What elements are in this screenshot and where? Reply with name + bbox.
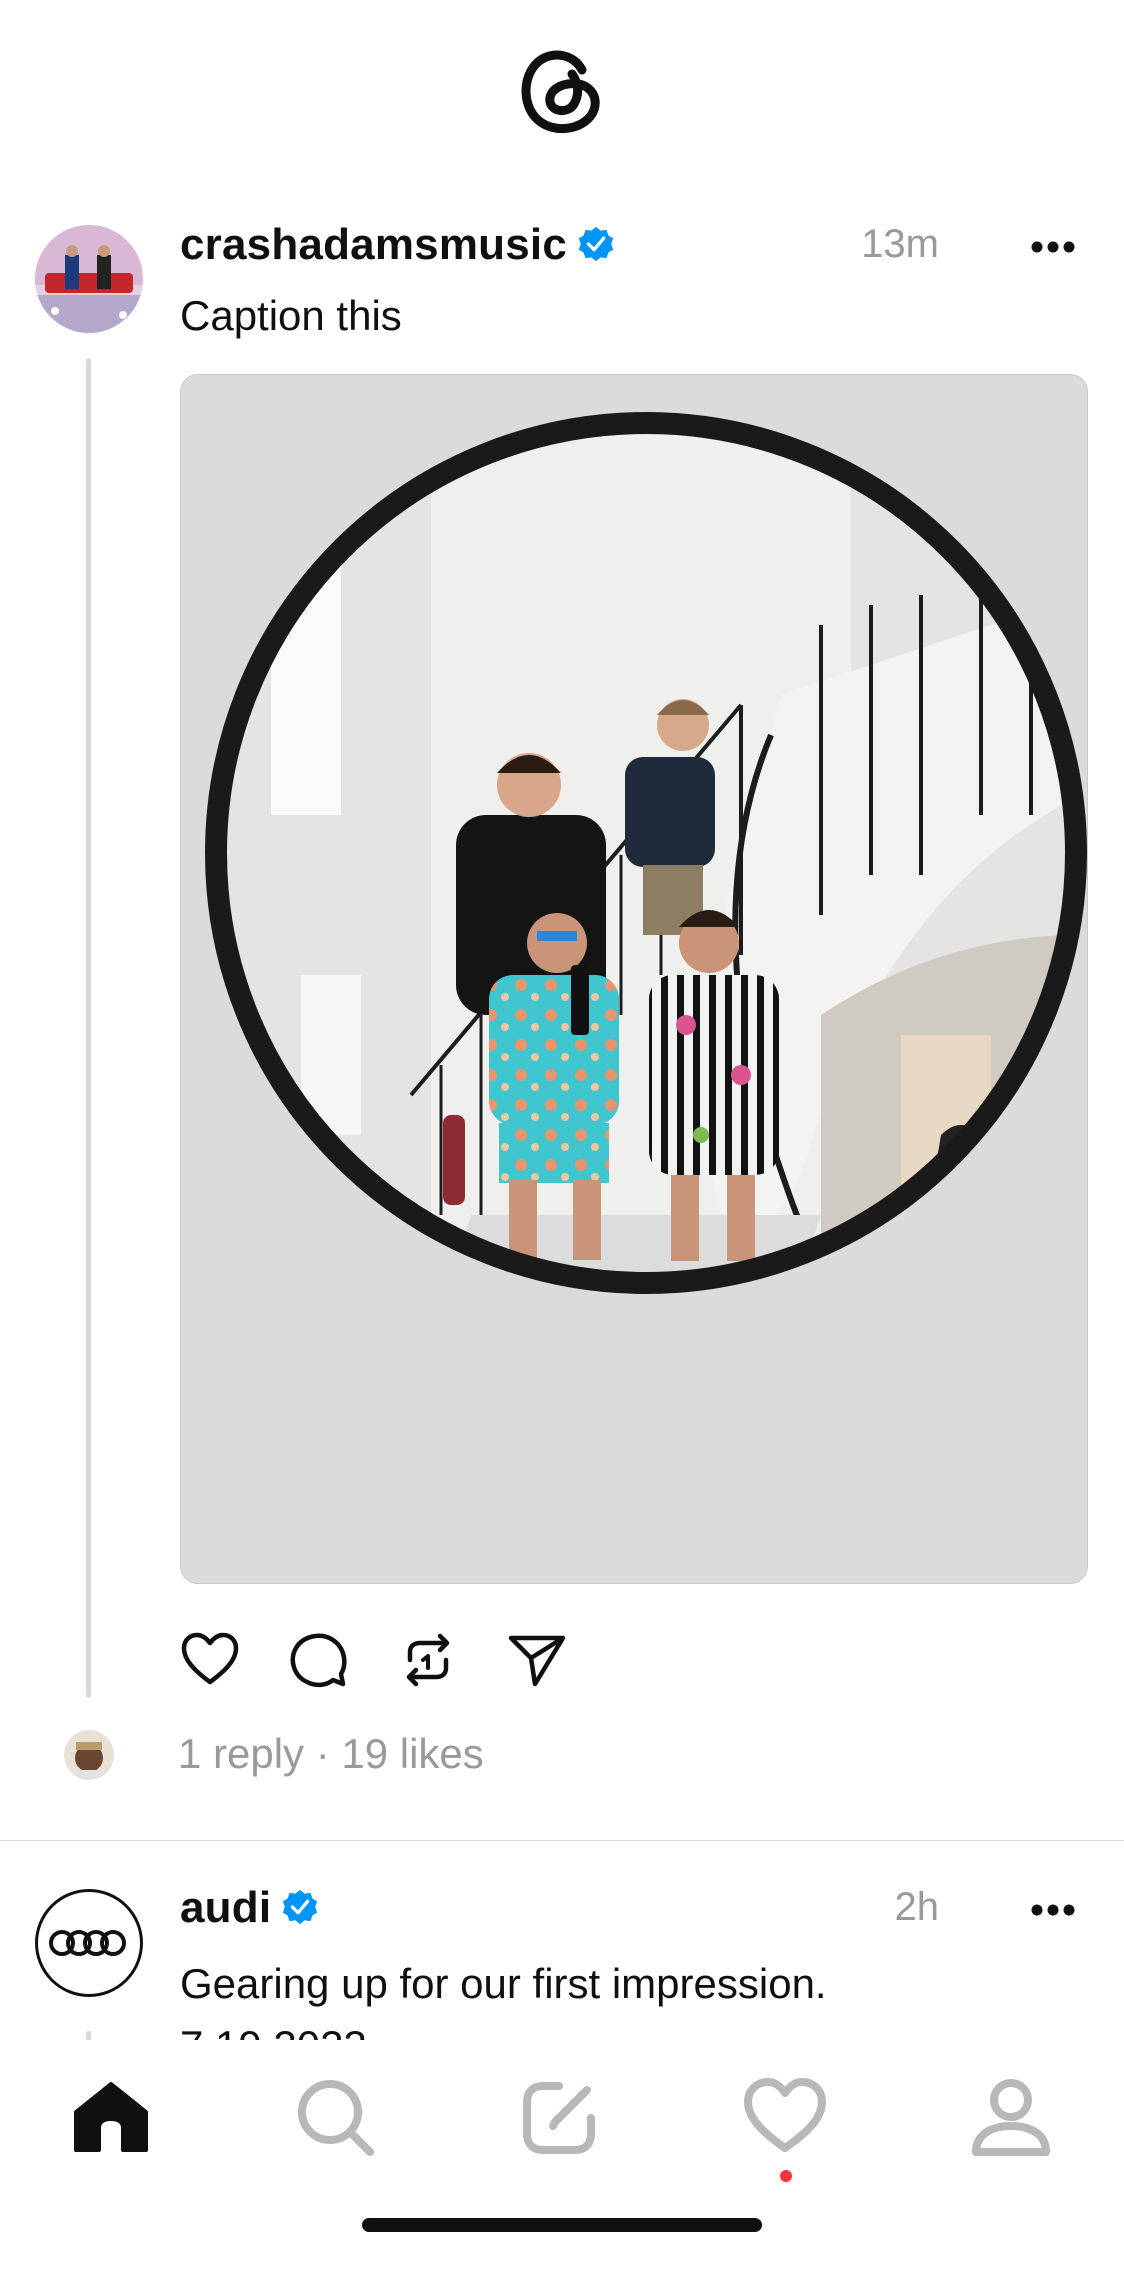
search-icon xyxy=(298,2080,374,2156)
post-stats[interactable]: 1 reply · 19 likes xyxy=(178,1730,484,1778)
bottom-tab-bar xyxy=(0,2040,1124,2289)
post-username[interactable]: crashadamsmusic xyxy=(180,220,615,270)
verified-badge-icon xyxy=(578,226,614,262)
tab-activity[interactable] xyxy=(740,2072,830,2162)
post-card[interactable]: audi 2h Gearing up for our first impress… xyxy=(0,1841,1124,2041)
avatar[interactable] xyxy=(35,1889,143,1997)
more-options-icon[interactable] xyxy=(1030,240,1076,254)
tab-home[interactable] xyxy=(66,2072,156,2162)
compose-icon xyxy=(523,2082,595,2154)
activity-badge-dot xyxy=(780,2170,792,2182)
comment-icon[interactable] xyxy=(287,1628,351,1692)
repost-icon[interactable] xyxy=(396,1628,460,1692)
tab-search[interactable] xyxy=(290,2072,380,2162)
threads-logo-icon[interactable] xyxy=(512,40,612,142)
avatar[interactable] xyxy=(35,225,143,333)
post-actions xyxy=(178,1628,569,1692)
post-timestamp: 13m xyxy=(861,222,939,266)
post-photo[interactable] xyxy=(180,374,1088,1584)
post-caption: Gearing up for our first impression. 7.1… xyxy=(180,1953,827,2041)
post-timestamp: 2h xyxy=(894,1885,940,1929)
home-icon xyxy=(74,2082,148,2152)
heart-icon xyxy=(744,2078,826,2152)
more-options-icon[interactable] xyxy=(1030,1903,1076,1917)
caption-line: 7.19.2023 xyxy=(180,2015,827,2041)
tab-profile[interactable] xyxy=(966,2072,1056,2162)
heart-icon[interactable] xyxy=(178,1628,242,1692)
replier-avatar[interactable] xyxy=(64,1730,114,1780)
home-indicator[interactable] xyxy=(362,2218,762,2232)
thread-line xyxy=(86,358,91,1698)
post-username[interactable]: audi xyxy=(180,1883,319,1933)
post-card[interactable]: crashadamsmusic 13m Caption this 1 reply… xyxy=(0,200,1124,1840)
post-caption: Caption this xyxy=(180,292,402,339)
profile-icon xyxy=(972,2079,1050,2156)
caption-line: Gearing up for our first impression. xyxy=(180,1960,827,2007)
header xyxy=(0,0,1124,190)
verified-badge-icon xyxy=(283,1889,318,1925)
tab-compose[interactable] xyxy=(515,2072,605,2162)
share-icon[interactable] xyxy=(505,1628,569,1692)
